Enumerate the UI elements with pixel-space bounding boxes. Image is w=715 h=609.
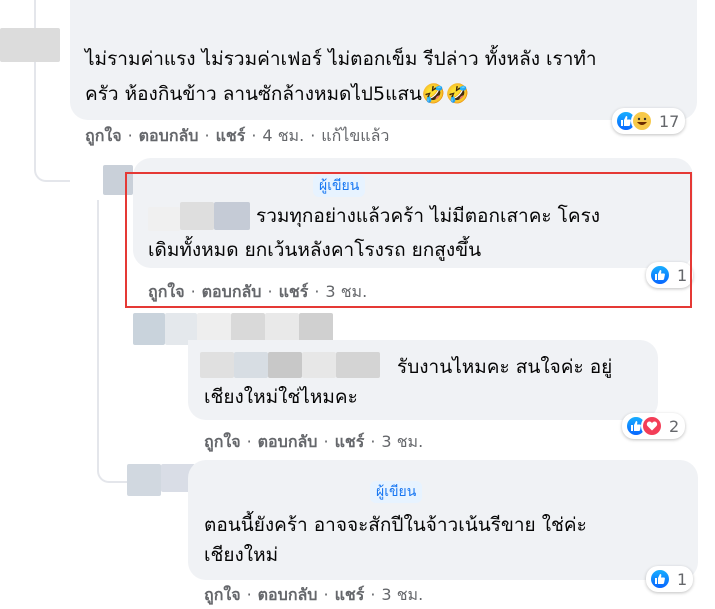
reaction-count: 17 — [659, 111, 680, 131]
thread-line — [34, 0, 36, 150]
reply-button[interactable]: ตอบกลับ — [139, 126, 199, 145]
timestamp[interactable]: 3 ชม. — [381, 432, 423, 451]
like-icon — [649, 568, 671, 590]
reaction-count: 2 — [669, 416, 680, 436]
reaction-summary[interactable]: 1 — [646, 566, 694, 592]
comment-text: ไม่รามค่าแรง ไม่รวมค่าเฟอร์ ไม่ตอกเข็ม ร… — [85, 48, 597, 70]
comment-actions: ถูกใจ · ตอบกลับ · แชร์ · 3 ชม. — [204, 432, 424, 451]
redacted-name — [302, 352, 336, 378]
reply-button[interactable]: ตอบกลับ — [258, 585, 318, 604]
like-button[interactable]: ถูกใจ — [204, 432, 241, 451]
comment-text: ตอนนี้ยังคร้า อาจจะสักปีในจ้าวเน้นรีขาย … — [204, 514, 587, 536]
reaction-count: 1 — [677, 569, 688, 589]
share-button[interactable]: แชร์ — [335, 585, 365, 604]
redacted-avatar — [133, 313, 165, 345]
comment-text: รับงานไหมคะ สนใจค่ะ อยู่ — [397, 356, 613, 378]
comment-text: ครัว ห้องกินข้าว ลานซักล้างหมดไป5แสน🤣🤣 — [85, 83, 470, 105]
redacted-name — [268, 352, 302, 378]
love-icon — [641, 415, 663, 437]
highlight-box — [125, 172, 692, 308]
edited-label: แก้ไขแล้ว — [321, 126, 390, 145]
share-button[interactable]: แชร์ — [335, 432, 365, 451]
reply-button[interactable]: ตอบกลับ — [258, 432, 318, 451]
reaction-summary[interactable]: 17 — [612, 108, 686, 134]
like-button[interactable]: ถูกใจ — [204, 585, 241, 604]
comment-text: เชียงใหม่ใช่ไหมคะ — [204, 386, 358, 408]
author-badge: ผู้เขียน — [370, 481, 423, 503]
share-button[interactable]: แชร์ — [216, 126, 246, 145]
comment-actions: ถูกใจ · ตอบกลับ · แชร์ · 3 ชม. — [204, 585, 424, 604]
thread-line — [97, 200, 99, 460]
reaction-summary[interactable]: 2 — [622, 413, 686, 439]
haha-icon — [631, 110, 653, 132]
redacted-name — [336, 352, 380, 378]
redacted-name — [200, 352, 234, 378]
comment-actions: ถูกใจ · ตอบกลับ · แชร์ · 4 ชม. · แก้ไขแล้ว — [85, 126, 390, 145]
redacted-name — [234, 352, 268, 378]
comment-text: เชียงใหม่ — [204, 544, 279, 566]
timestamp[interactable]: 3 ชม. — [381, 585, 423, 604]
thread-connector — [34, 148, 70, 182]
timestamp[interactable]: 4 ชม. — [262, 126, 304, 145]
like-button[interactable]: ถูกใจ — [85, 126, 122, 145]
redacted-avatar — [127, 464, 161, 496]
redacted-name — [0, 28, 60, 62]
